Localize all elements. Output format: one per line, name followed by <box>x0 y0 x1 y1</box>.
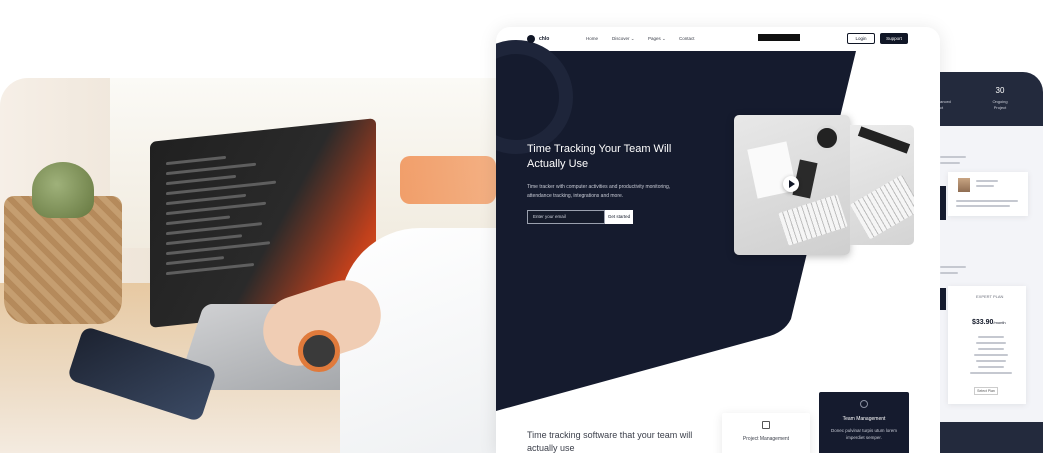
stat-label-cut: anced ct <box>940 99 951 110</box>
card-title: Project Management <box>742 436 790 442</box>
email-input[interactable]: Enter your email <box>527 210 605 224</box>
footer-strip <box>940 422 1043 453</box>
section-subtitle: Time tracking software that your team wi… <box>527 430 693 453</box>
team-management-card[interactable]: Team Management Donec pulvinar turpis ut… <box>819 392 909 453</box>
select-plan-button[interactable]: Select Plan <box>974 387 998 395</box>
coffee-cup <box>814 125 840 151</box>
cactus-plant <box>32 162 94 218</box>
top-navbar: chlo Home Discover ⌄ Pages ⌄ Contact Log… <box>496 27 940 51</box>
dark-accent <box>940 186 946 220</box>
logo-icon[interactable] <box>527 35 535 43</box>
nav-contact[interactable]: Contact <box>679 35 695 43</box>
secondary-mockup: anced ct 30 Ongoing Project EXPERT PLAN … <box>940 72 1043 453</box>
hero-description: Time tracker with computer activities an… <box>527 184 671 199</box>
price-value: $33.90/month <box>972 319 1006 326</box>
login-button[interactable]: Login <box>847 33 875 44</box>
avatar <box>958 178 970 192</box>
redacted-bar <box>758 34 800 41</box>
team-icon <box>860 400 868 408</box>
dark-accent <box>940 288 946 310</box>
desk-photo-secondary <box>850 125 914 245</box>
testimonial-card <box>948 172 1028 216</box>
project-management-card[interactable]: Project Management <box>722 413 810 453</box>
orange-pots <box>400 156 496 204</box>
price-plan-label: EXPERT PLAN <box>976 294 1004 299</box>
nav-discover[interactable]: Discover ⌄ <box>612 35 635 43</box>
nav-home[interactable]: Home <box>586 35 598 43</box>
card-title: Team Management <box>842 416 886 422</box>
hero-title: Time Tracking Your Team Will Actually Us… <box>527 143 672 170</box>
support-button[interactable]: Support <box>880 33 908 44</box>
stat-label: Ongoing Project <box>992 99 1008 110</box>
get-started-button[interactable]: Get started <box>605 210 633 224</box>
website-mockup: chlo Home Discover ⌄ Pages ⌄ Contact Log… <box>496 27 940 453</box>
play-icon[interactable] <box>783 176 799 192</box>
logo-text[interactable]: chlo <box>539 35 549 43</box>
nav-pages[interactable]: Pages ⌄ <box>648 35 666 43</box>
card-text: Donec pulvinar turpis utum lorem imperdi… <box>830 428 898 440</box>
stats-bar: anced ct 30 Ongoing Project <box>940 72 1043 126</box>
copy-icon <box>762 421 770 429</box>
wristwatch <box>298 330 340 372</box>
stat-value: 30 <box>995 86 1005 95</box>
hero-photo <box>0 78 500 453</box>
